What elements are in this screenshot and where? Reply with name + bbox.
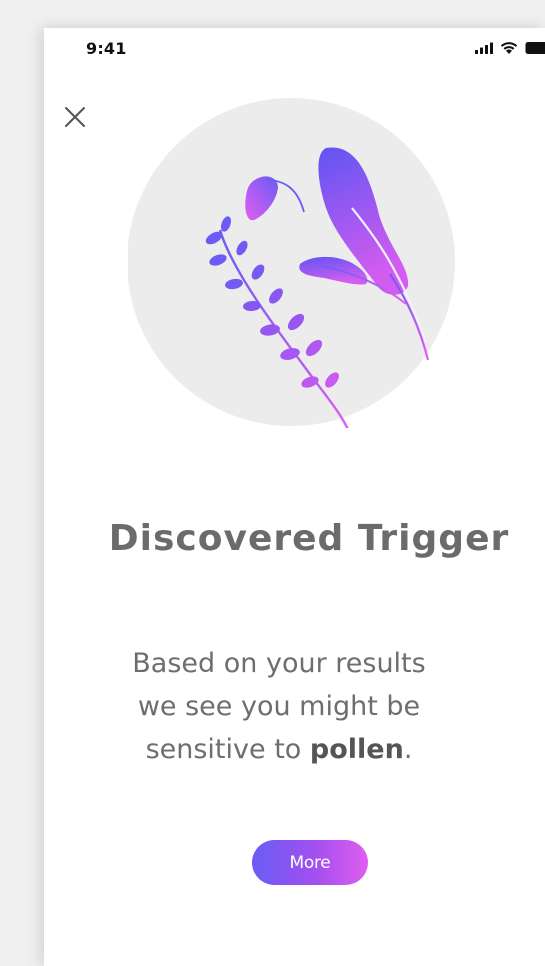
description-line-3: sensitive to — [145, 734, 310, 765]
description-period: . — [403, 734, 413, 765]
wifi-icon — [500, 42, 518, 54]
illustration-backdrop — [127, 98, 455, 426]
status-bar: 9:41 — [44, 28, 545, 72]
pollen-plants-illustration — [127, 98, 455, 441]
page-title: Discovered Trigger — [108, 518, 510, 559]
close-button[interactable] — [62, 104, 88, 130]
trigger-name: pollen — [309, 734, 404, 765]
description-line-1: Based on your results — [132, 648, 426, 679]
phone-screen: 9:41 Discovered Trigger Based on your re… — [44, 28, 545, 966]
pollen-illustration — [127, 98, 458, 441]
close-icon — [65, 107, 85, 127]
status-time: 9:41 — [86, 39, 127, 58]
status-icons — [455, 41, 545, 55]
trigger-description: Based on your results we see you might b… — [74, 642, 484, 771]
description-line-2: we see you might be — [137, 691, 421, 722]
battery-icon — [525, 42, 545, 54]
more-button[interactable]: More — [252, 840, 368, 885]
